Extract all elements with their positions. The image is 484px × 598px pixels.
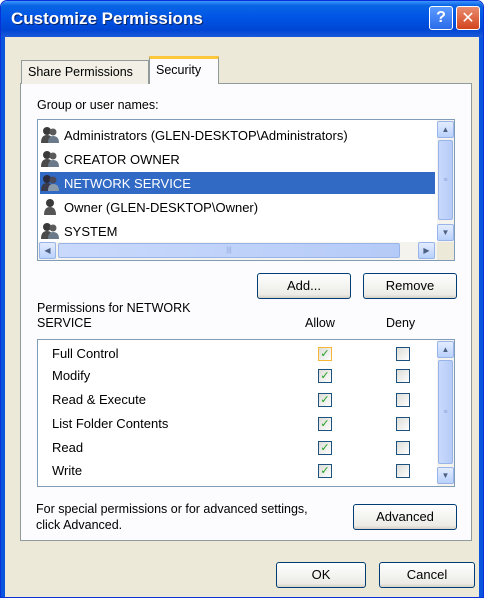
permission-row-modify: Modify ✓ (52, 365, 432, 387)
permission-name: Read (52, 440, 84, 455)
remove-button[interactable]: Remove (363, 273, 457, 299)
group-list-label: Group or user names: (37, 98, 159, 112)
scrollbar-corner (437, 242, 454, 260)
chevron-right-icon: ▶ (423, 246, 430, 255)
customize-permissions-dialog: Customize Permissions ? ✕ Share Permissi… (0, 0, 484, 598)
allow-full-control-checkbox[interactable]: ✓ (318, 347, 332, 361)
permission-name: Modify (52, 368, 91, 383)
group-users-icon (41, 175, 59, 191)
checkmark-icon: ✓ (320, 348, 330, 360)
cancel-button[interactable]: Cancel (379, 562, 475, 588)
deny-full-control-checkbox[interactable] (396, 347, 410, 361)
scroll-down-button[interactable]: ▼ (437, 467, 454, 484)
list-item[interactable]: Owner (GLEN-DESKTOP\Owner) (40, 196, 435, 218)
tab-security-label: Security (156, 63, 202, 77)
checkmark-icon: ✓ (320, 394, 330, 406)
window-frame-right (479, 37, 483, 597)
permissions-header-line1: Permissions for NETWORK (37, 301, 191, 315)
chevron-down-icon: ▼ (441, 471, 450, 480)
deny-list-folder-contents-checkbox[interactable] (396, 417, 410, 431)
permission-row-list-folder-contents: List Folder Contents ✓ (52, 413, 432, 435)
close-button[interactable]: ✕ (456, 6, 480, 30)
checkmark-icon: ✓ (320, 442, 330, 454)
deny-write-checkbox[interactable] (396, 464, 410, 478)
permission-row-read-execute: Read & Execute ✓ (52, 389, 432, 411)
group-users-icon (41, 127, 59, 143)
horizontal-scroll-thumb[interactable]: ||| (58, 243, 400, 258)
add-button[interactable]: Add... (257, 273, 351, 299)
allow-modify-checkbox[interactable]: ✓ (318, 369, 332, 383)
permission-name: Write (52, 463, 83, 478)
list-item-label: CREATOR OWNER (64, 151, 180, 167)
user-icon (44, 199, 56, 215)
deny-column-header: Deny (386, 316, 416, 330)
title-bar[interactable]: Customize Permissions ? ✕ (1, 1, 483, 37)
grip-icon: ≡ (443, 176, 448, 184)
group-users-icon (41, 223, 59, 239)
list-item-label: SYSTEM (64, 223, 118, 239)
checkmark-icon: ✓ (320, 418, 330, 430)
window-title: Customize Permissions (11, 9, 203, 28)
deny-read-checkbox[interactable] (396, 441, 410, 455)
help-icon: ? (436, 9, 446, 26)
list-item-label: Owner (GLEN-DESKTOP\Owner) (64, 199, 259, 215)
allow-column-header: Allow (305, 316, 335, 330)
vertical-scroll-thumb[interactable]: ≡ (438, 360, 453, 464)
window-frame-left (1, 37, 5, 597)
allow-list-folder-contents-checkbox[interactable]: ✓ (318, 417, 332, 431)
chevron-left-icon: ◀ (44, 246, 51, 255)
advanced-note-line1: For special permissions or for advanced … (36, 502, 308, 516)
tab-security[interactable]: Security (149, 56, 219, 84)
permission-name: Full Control (52, 346, 119, 361)
permission-row-write: Write ✓ (52, 460, 432, 482)
list-item-label: Administrators (GLEN-DESKTOP\Administrat… (64, 127, 348, 143)
ok-button[interactable]: OK (276, 562, 366, 588)
chevron-down-icon: ▼ (441, 228, 450, 237)
permission-name: Read & Execute (52, 392, 146, 407)
permissions-header-line2: SERVICE (37, 316, 92, 330)
list-item[interactable]: CREATOR OWNER (40, 148, 435, 170)
deny-modify-checkbox[interactable] (396, 369, 410, 383)
deny-read-execute-checkbox[interactable] (396, 393, 410, 407)
tab-share-permissions-label: Share Permissions (28, 65, 133, 79)
list-item-label: NETWORK SERVICE (64, 175, 191, 191)
permissions-list[interactable]: Full Control ✓ Modify ✓ Read & Execute ✓… (37, 339, 455, 487)
grip-icon: ||| (226, 247, 232, 254)
group-list-vertical-scrollbar[interactable]: ▲ ≡ ▼ (437, 120, 454, 242)
advanced-note: For special permissions or for advanced … (36, 501, 308, 533)
close-icon: ✕ (461, 10, 475, 27)
chevron-up-icon: ▲ (441, 345, 450, 354)
allow-read-checkbox[interactable]: ✓ (318, 441, 332, 455)
scroll-up-button[interactable]: ▲ (437, 121, 454, 138)
scroll-up-button[interactable]: ▲ (437, 341, 454, 358)
group-users-icon (41, 151, 59, 167)
scroll-right-button[interactable]: ▶ (418, 242, 435, 259)
vertical-scroll-thumb[interactable]: ≡ (438, 140, 453, 220)
permission-row-read: Read ✓ (52, 437, 432, 459)
allow-write-checkbox[interactable]: ✓ (318, 464, 332, 478)
advanced-button[interactable]: Advanced (353, 504, 457, 530)
advanced-note-line2: click Advanced. (36, 518, 123, 532)
permission-name: List Folder Contents (52, 416, 169, 431)
list-item[interactable]: SYSTEM (40, 220, 435, 242)
permissions-vertical-scrollbar[interactable]: ▲ ≡ ▼ (437, 340, 454, 486)
grip-icon: ≡ (443, 408, 448, 416)
help-button[interactable]: ? (429, 6, 453, 30)
tab-share-permissions[interactable]: Share Permissions (21, 60, 149, 84)
allow-read-execute-checkbox[interactable]: ✓ (318, 393, 332, 407)
checkmark-icon: ✓ (320, 465, 330, 477)
checkmark-icon: ✓ (320, 370, 330, 382)
permission-row-full-control: Full Control ✓ (52, 343, 432, 365)
list-item[interactable]: Administrators (GLEN-DESKTOP\Administrat… (40, 124, 435, 146)
group-user-listbox[interactable]: Administrators (GLEN-DESKTOP\Administrat… (37, 119, 455, 261)
scroll-down-button[interactable]: ▼ (437, 224, 454, 241)
scroll-left-button[interactable]: ◀ (39, 242, 56, 259)
chevron-up-icon: ▲ (441, 125, 450, 134)
list-item-selected[interactable]: NETWORK SERVICE (40, 172, 435, 194)
group-list-horizontal-scrollbar[interactable]: ◀ ||| ▶ (38, 242, 437, 260)
